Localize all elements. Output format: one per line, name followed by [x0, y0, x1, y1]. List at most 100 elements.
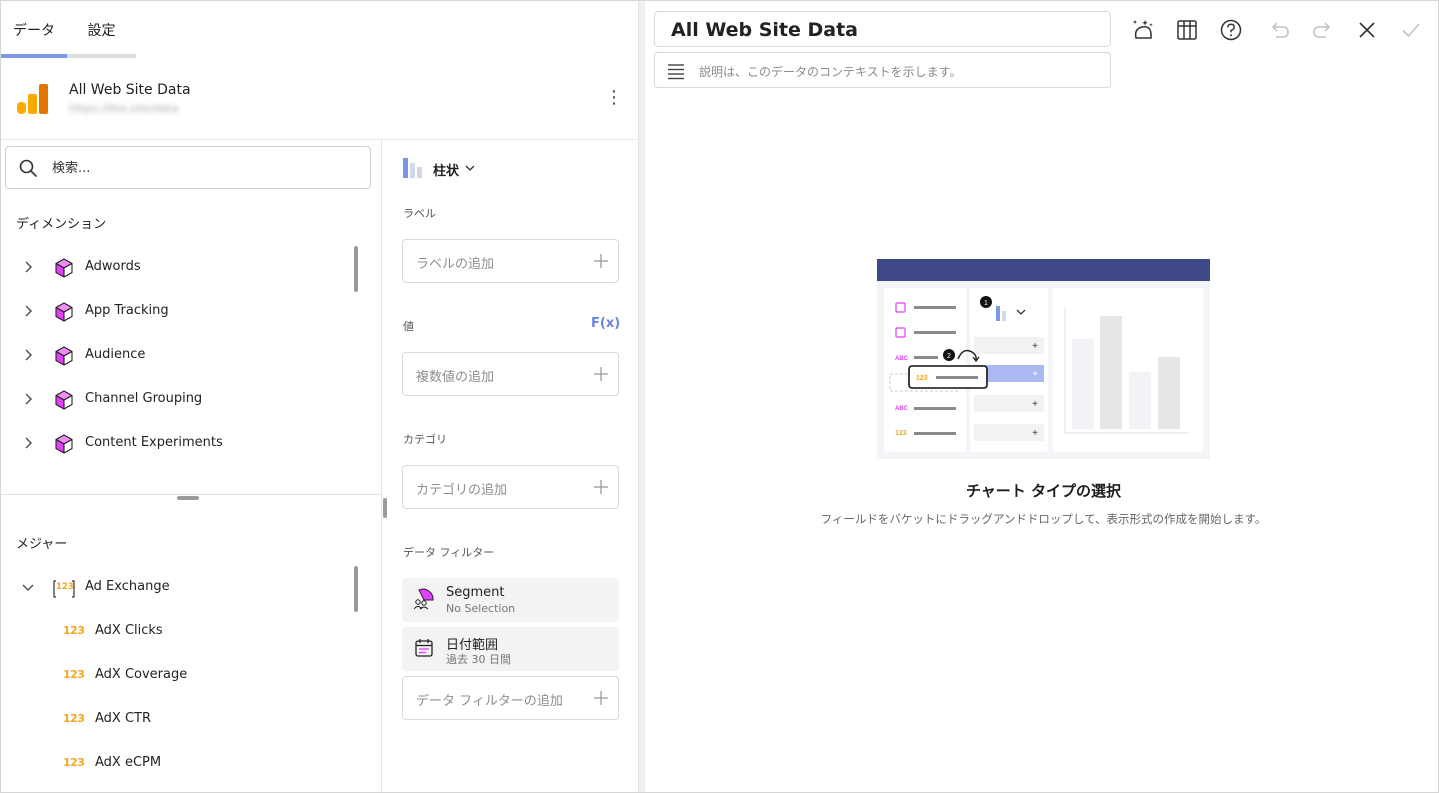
chevron-down-icon	[465, 165, 475, 171]
measure-label: AdX Coverage	[95, 667, 188, 682]
search-input[interactable]	[52, 155, 352, 181]
date-range-filter-value: 過去 30 日間	[446, 653, 511, 666]
redo-icon[interactable]	[1310, 17, 1336, 43]
analytics-logo-icon	[17, 84, 48, 114]
dimensions-heading: ディメンション	[16, 217, 107, 232]
fields-column: ディメンション Adwords App Tracking Audience Ch…	[1, 140, 382, 792]
tab-data[interactable]: データ	[1, 1, 67, 58]
dimension-label: Adwords	[85, 259, 141, 274]
search-box[interactable]	[5, 146, 371, 189]
chevron-right-icon	[25, 261, 33, 273]
chart-type-label: 柱状	[433, 164, 460, 179]
plus-icon	[594, 691, 608, 705]
dimension-item[interactable]: App Tracking	[1, 290, 351, 334]
measure-group-ad-exchange[interactable]: 123 Ad Exchange	[1, 566, 351, 610]
number-type-icon: 123	[63, 624, 85, 637]
dimension-label: Audience	[85, 347, 146, 362]
measures-scrollbar[interactable]	[354, 566, 358, 612]
empty-state-subtitle: フィールドをバケットにドラッグアンドドロップして、表示形式の作成を開始します。	[820, 512, 1267, 526]
more-options-icon[interactable]: ⋮	[604, 88, 624, 110]
svg-text:+: +	[1032, 369, 1038, 380]
datasource-subtitle: https://the.site/data	[69, 102, 179, 115]
dimensions-scrollbar[interactable]	[354, 246, 358, 292]
undo-icon[interactable]	[1266, 17, 1292, 43]
close-icon[interactable]	[1354, 17, 1380, 43]
measure-label: AdX eCPM	[95, 755, 162, 770]
labels-heading: ラベル	[403, 207, 436, 220]
plus-icon	[594, 254, 608, 268]
measure-item[interactable]: 123 AdX Clicks	[1, 610, 351, 654]
values-heading: 値	[403, 320, 414, 333]
measure-label: AdX CTR	[95, 711, 152, 726]
tab-settings[interactable]: 設定	[67, 1, 136, 58]
confirm-check-icon[interactable]	[1398, 17, 1424, 43]
category-heading: カテゴリ	[403, 433, 447, 446]
cube-icon	[55, 258, 73, 278]
number-type-icon: 123	[63, 712, 85, 725]
chevron-right-icon	[25, 305, 33, 317]
column-chart-icon	[403, 158, 422, 178]
labels-dropzone[interactable]: ラベルの追加	[402, 239, 619, 283]
chevron-right-icon	[25, 349, 33, 361]
dimension-item[interactable]: Channel Grouping	[1, 378, 351, 422]
labels-placeholder: ラベルの追加	[416, 257, 495, 272]
chevron-right-icon	[25, 437, 33, 449]
split-divider	[1, 494, 382, 495]
segment-filter-title: Segment	[446, 585, 505, 600]
data-panel: データ 設定 All Web Site Data https://the.sit…	[1, 1, 639, 792]
cube-icon	[55, 346, 73, 366]
segment-filter[interactable]: Segment No Selection	[402, 578, 619, 622]
dimension-item[interactable]: Audience	[1, 334, 351, 378]
visualization-title-field[interactable]: All Web Site Data	[654, 11, 1111, 47]
panel-tabs: データ 設定	[1, 1, 639, 58]
dimension-label: Channel Grouping	[85, 391, 203, 406]
segment-icon	[413, 588, 434, 610]
illustration-step-1: 1	[984, 300, 988, 307]
illustration-step-2: 2	[947, 353, 951, 360]
illustration-123-label: 123	[895, 430, 907, 437]
cube-icon	[55, 434, 73, 454]
cube-icon	[55, 302, 73, 322]
visualization-title: All Web Site Data	[671, 19, 859, 41]
svg-text:+: +	[1032, 428, 1038, 439]
measure-group-label: Ad Exchange	[85, 579, 170, 594]
illustration-abc-label: ABC	[895, 356, 909, 362]
dimension-label: App Tracking	[85, 303, 169, 318]
number-type-icon: 123	[63, 668, 85, 681]
calendar-icon	[415, 639, 433, 657]
chart-type-illustration: ABC ABC 123 1 + + + + 2 123	[877, 259, 1210, 459]
plus-icon	[594, 480, 608, 494]
cube-icon	[55, 390, 73, 410]
chevron-right-icon	[25, 393, 33, 405]
date-range-filter[interactable]: 日付範囲 過去 30 日間	[402, 627, 619, 671]
dimension-item[interactable]: Adwords	[1, 246, 351, 290]
split-resize-handle[interactable]	[177, 496, 199, 500]
dimension-item[interactable]: Content Experiments	[1, 422, 351, 466]
illustration-123-label: 123	[916, 375, 928, 382]
measure-label: AdX Clicks	[95, 623, 163, 638]
description-field[interactable]: 説明は、このデータのコンテキストを示します。	[654, 52, 1111, 88]
measure-item[interactable]: 123 AdX CTR	[1, 698, 351, 742]
visualization-config: 柱状 ラベル ラベルの追加 値 F(x) 複数値の追加 カテゴリ カテゴリの追加…	[383, 140, 639, 792]
measure-item[interactable]: 123 AdX Coverage	[1, 654, 351, 698]
illustration-abc-label: ABC	[895, 406, 909, 412]
values-placeholder: 複数値の追加	[416, 370, 495, 385]
category-placeholder: カテゴリの追加	[416, 483, 508, 498]
values-dropzone[interactable]: 複数値の追加	[402, 352, 619, 396]
filters-dropzone[interactable]: データ フィルターの追加	[402, 676, 619, 720]
filters-placeholder: データ フィルターの追加	[416, 694, 563, 709]
measure-item[interactable]: 123 AdX eCPM	[1, 742, 351, 786]
chart-wizard-icon[interactable]	[1130, 17, 1156, 43]
table-view-icon[interactable]	[1174, 17, 1200, 43]
formula-button[interactable]: F(x)	[591, 316, 620, 331]
segment-filter-value: No Selection	[446, 602, 516, 615]
search-icon	[19, 159, 37, 177]
empty-state-title: チャート タイプの選択	[965, 482, 1122, 500]
measures-heading: メジャー	[16, 537, 68, 552]
datasource-title: All Web Site Data	[69, 82, 191, 98]
description-lines-icon	[668, 64, 684, 80]
help-icon[interactable]	[1218, 17, 1244, 43]
plus-icon	[594, 367, 608, 381]
number-type-icon: 123	[63, 756, 85, 769]
category-dropzone[interactable]: カテゴリの追加	[402, 465, 619, 509]
